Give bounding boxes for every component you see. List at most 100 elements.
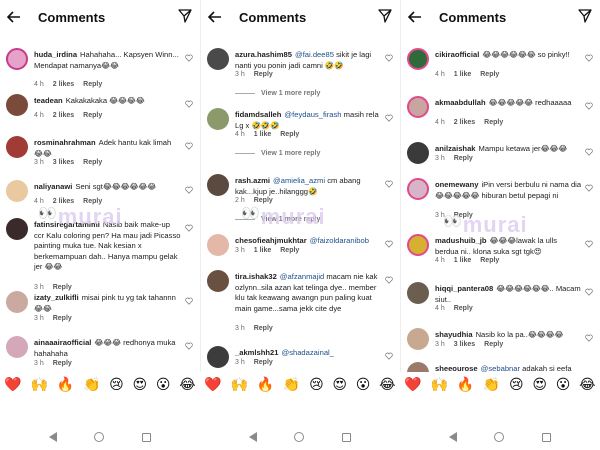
heart-icon[interactable] — [185, 186, 193, 194]
heart-icon[interactable] — [385, 114, 393, 122]
heart-emoji-button[interactable]: ❤️ — [404, 377, 421, 393]
heart-icon[interactable] — [385, 240, 393, 248]
comment-mention[interactable]: @amielia_azmi — [273, 176, 325, 185]
comment-username[interactable]: rash.azmi — [235, 176, 270, 185]
heart-icon[interactable] — [185, 54, 193, 62]
view-more-replies[interactable]: View 1 more reply — [235, 216, 320, 223]
comment-mention[interactable]: @shadazainal_ — [281, 348, 333, 357]
avatar[interactable] — [407, 234, 429, 256]
comment-username[interactable]: azura.hashim85 — [235, 50, 292, 59]
avatar[interactable] — [407, 96, 429, 118]
reply-button[interactable]: Reply — [83, 112, 102, 119]
comment-likes[interactable]: 3 likes — [454, 341, 475, 348]
heart-icon[interactable] — [185, 142, 193, 150]
avatar[interactable] — [407, 362, 429, 372]
reply-button[interactable]: Reply — [484, 341, 503, 348]
fire-emoji-button[interactable]: 🔥 — [57, 377, 74, 393]
surprised-emoji-button[interactable]: 😮 — [356, 377, 371, 393]
reply-button[interactable]: Reply — [83, 198, 102, 205]
surprised-emoji-button[interactable]: 😮 — [156, 377, 171, 393]
laughing-emoji-button[interactable]: 😂 — [379, 377, 395, 393]
reply-button[interactable]: Reply — [454, 155, 473, 162]
comment-mention[interactable]: @sebabnar — [481, 364, 520, 372]
reply-button[interactable]: Reply — [254, 71, 273, 78]
back-arrow-icon[interactable] — [207, 9, 223, 25]
comment-username[interactable]: sheeourose — [435, 364, 478, 372]
back-arrow-icon[interactable] — [407, 9, 423, 25]
comment-username[interactable]: izaty_zulkifli — [34, 293, 79, 302]
avatar[interactable] — [207, 174, 229, 196]
heart-icon[interactable] — [585, 288, 593, 296]
crying-emoji-button[interactable]: 😢 — [109, 377, 124, 393]
comment-likes[interactable]: 1 like — [454, 257, 472, 264]
raised-hands-emoji-button[interactable]: 🙌 — [231, 377, 248, 393]
avatar[interactable] — [407, 328, 429, 350]
heart-eyes-emoji-button[interactable]: 😍 — [132, 377, 147, 393]
nav-back-icon[interactable] — [448, 432, 457, 442]
heart-icon[interactable] — [585, 334, 593, 342]
avatar[interactable] — [207, 108, 229, 130]
nav-recents-icon[interactable] — [142, 432, 152, 442]
comment-likes[interactable]: 2 likes — [53, 112, 74, 119]
comment-mention[interactable]: @fai.dee85 — [295, 50, 334, 59]
comment-likes[interactable]: 1 like — [254, 131, 272, 138]
fire-emoji-button[interactable]: 🔥 — [457, 377, 474, 393]
heart-icon[interactable] — [185, 100, 193, 108]
heart-icon[interactable] — [185, 224, 193, 232]
comment-username[interactable]: huda_irdina — [34, 50, 77, 59]
comment-username[interactable]: teadean — [34, 96, 63, 105]
raised-hands-emoji-button[interactable]: 🙌 — [31, 377, 48, 393]
avatar[interactable] — [407, 178, 429, 200]
reply-button[interactable]: Reply — [454, 212, 473, 219]
fire-emoji-button[interactable]: 🔥 — [257, 377, 274, 393]
comment-mention[interactable]: @feydaus_firash — [284, 110, 341, 119]
comment-username[interactable]: chesofieahjmukhtar — [235, 236, 307, 245]
send-icon[interactable] — [378, 9, 394, 25]
send-icon[interactable] — [578, 9, 594, 25]
avatar[interactable] — [207, 346, 229, 368]
reply-button[interactable]: Reply — [254, 197, 273, 204]
reply-button[interactable]: Reply — [254, 325, 273, 332]
heart-icon[interactable] — [585, 54, 593, 62]
comment-username[interactable]: hiqqi_pantera08 — [435, 284, 493, 293]
reply-button[interactable]: Reply — [484, 119, 503, 126]
reply-button[interactable]: Reply — [254, 359, 273, 366]
laughing-emoji-button[interactable]: 😂 — [179, 377, 195, 393]
reply-button[interactable]: Reply — [480, 71, 499, 78]
heart-emoji-button[interactable]: ❤️ — [204, 377, 221, 393]
comment-username[interactable]: ainaaairaofficial — [34, 338, 91, 347]
comment-username[interactable]: tira.ishak32 — [235, 272, 277, 281]
comment-likes[interactable]: 3 likes — [53, 159, 74, 166]
nav-back-icon[interactable] — [48, 432, 57, 442]
reply-button[interactable]: Reply — [454, 305, 473, 312]
heart-icon[interactable] — [385, 180, 393, 188]
avatar[interactable] — [207, 234, 229, 256]
reply-button[interactable]: Reply — [280, 131, 299, 138]
view-more-replies[interactable]: View 1 more reply — [235, 150, 320, 157]
crying-emoji-button[interactable]: 😢 — [509, 377, 524, 393]
comment-username[interactable]: cikiraofficial — [435, 50, 479, 59]
comment-username[interactable]: madushuib_jb — [435, 236, 486, 245]
avatar[interactable] — [207, 270, 229, 292]
comment-username[interactable]: shayudhia — [435, 330, 473, 339]
avatar[interactable] — [407, 282, 429, 304]
back-arrow-icon[interactable] — [6, 9, 22, 25]
crying-emoji-button[interactable]: 😢 — [309, 377, 324, 393]
heart-icon[interactable] — [385, 54, 393, 62]
avatar[interactable] — [6, 136, 28, 158]
reply-button[interactable]: Reply — [480, 257, 499, 264]
comment-username[interactable]: fatinsiregartamimi — [34, 220, 100, 229]
comment-username[interactable]: naliyanawi — [34, 182, 72, 191]
nav-recents-icon[interactable] — [542, 432, 552, 442]
view-more-replies[interactable]: View 1 more reply — [235, 90, 320, 97]
reply-button[interactable]: Reply — [280, 247, 299, 254]
avatar[interactable] — [6, 336, 28, 358]
heart-icon[interactable] — [385, 352, 393, 360]
heart-icon[interactable] — [185, 297, 193, 305]
comment-likes[interactable]: 1 like — [454, 71, 472, 78]
heart-eyes-emoji-button[interactable]: 😍 — [332, 377, 347, 393]
comment-likes[interactable]: 2 likes — [454, 119, 475, 126]
comment-likes[interactable]: 2 likes — [53, 81, 74, 88]
nav-home-icon[interactable] — [294, 432, 305, 442]
laughing-emoji-button[interactable]: 😂 — [579, 377, 595, 393]
